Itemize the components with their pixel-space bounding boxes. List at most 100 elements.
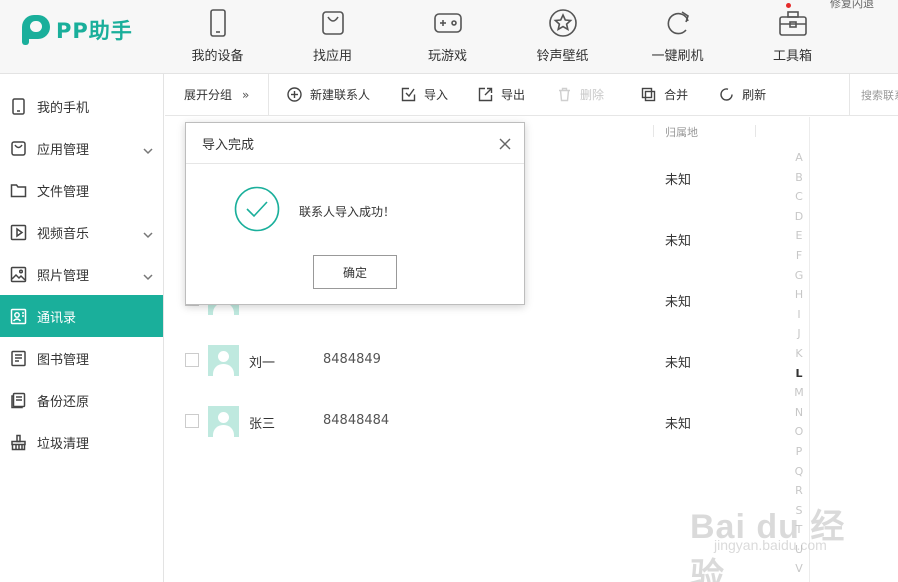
- chevron-down-icon[interactable]: [143, 141, 153, 155]
- merge-button[interactable]: 合并: [641, 86, 688, 103]
- import-label: 导入: [424, 88, 449, 102]
- phone-icon: [12, 97, 25, 115]
- play-icon: [10, 224, 27, 240]
- nav-my-device[interactable]: 我的设备: [160, 0, 275, 74]
- refresh-icon: [667, 11, 689, 35]
- contact-search-input[interactable]: 搜索联系人: [849, 74, 898, 116]
- nav-ringtones-wallpapers[interactable]: 铃声壁纸: [505, 0, 620, 74]
- plus-circle-icon: [287, 87, 302, 102]
- table-row[interactable]: 张三 84848484 未知: [165, 391, 795, 452]
- delete-button[interactable]: 删除: [557, 86, 604, 103]
- nav-play-games[interactable]: 玩游戏: [390, 0, 505, 74]
- alphabet-index-letter[interactable]: K: [790, 344, 808, 364]
- nav-label: 我的设备: [191, 49, 244, 64]
- image-icon: [10, 266, 27, 282]
- sidebar-item-my-phone[interactable]: 我的手机: [0, 85, 163, 127]
- nav-label: 找应用: [312, 49, 352, 64]
- sidebar-item-photo-management[interactable]: 照片管理: [0, 253, 163, 295]
- sidebar-item-label: 我的手机: [37, 100, 90, 116]
- delete-label: 删除: [580, 88, 605, 102]
- contacts-icon: [10, 308, 27, 324]
- avatar: [208, 345, 239, 376]
- avatar: [208, 406, 239, 437]
- row-checkbox[interactable]: [185, 353, 199, 367]
- location-column-header: 归属地: [665, 126, 698, 139]
- gamepad-icon: [433, 13, 462, 33]
- new-contact-button[interactable]: 新建联系人: [287, 86, 370, 103]
- contact-location: 未知: [665, 173, 692, 188]
- nav-label: 工具箱: [772, 49, 812, 64]
- alphabet-index-letter[interactable]: F: [790, 246, 808, 266]
- trash-icon: [559, 87, 571, 102]
- export-button[interactable]: 导出: [478, 86, 525, 103]
- backup-icon: [11, 392, 26, 408]
- top-right-link[interactable]: 修复闪退: [830, 0, 874, 11]
- refresh-button[interactable]: 刷新: [719, 86, 766, 103]
- main-nav: 我的设备 找应用 玩游戏 铃声壁纸 一键刷机 工具箱: [160, 0, 850, 74]
- import-complete-dialog: 导入完成 联系人导入成功！ 确定: [185, 122, 525, 305]
- nav-label: 玩游戏: [427, 49, 467, 64]
- pp-assistant-window: PP助手 我的设备 找应用 玩游戏 铃声壁纸 一键刷机 工具箱 修复闪退 我的手…: [0, 0, 898, 582]
- sidebar-item-junk-cleanup[interactable]: 垃圾清理: [0, 421, 163, 463]
- alphabet-index-letter[interactable]: E: [790, 226, 808, 246]
- alphabet-index-letter[interactable]: J: [790, 324, 808, 344]
- alphabet-index-letter[interactable]: M: [790, 383, 808, 403]
- success-check-icon: [234, 186, 280, 232]
- watermark-url: jingyan.baidu.com: [714, 537, 827, 553]
- sidebar-item-app-management[interactable]: 应用管理: [0, 127, 163, 169]
- pp-logo-icon: [22, 15, 50, 45]
- sidebar-item-label: 备份还原: [37, 394, 90, 410]
- sidebar-item-book-management[interactable]: 图书管理: [0, 337, 163, 379]
- nav-find-apps[interactable]: 找应用: [275, 0, 390, 74]
- app-logo-text: PP助手: [56, 19, 133, 43]
- chevron-down-icon[interactable]: [143, 225, 153, 239]
- alphabet-index-letter[interactable]: C: [790, 187, 808, 207]
- alphabet-index-letter[interactable]: L: [790, 364, 808, 384]
- app-logo: PP助手: [22, 15, 133, 45]
- toolbox-icon: [778, 11, 807, 36]
- sidebar-item-contacts[interactable]: 通讯录: [0, 295, 163, 337]
- sidebar-item-label: 照片管理: [37, 268, 90, 284]
- baidu-jingyan-watermark: Bai du 经验 jingyan.baidu.com: [690, 497, 860, 582]
- merge-label: 合并: [664, 88, 689, 102]
- close-icon[interactable]: [498, 136, 512, 150]
- alphabet-index-letter[interactable]: I: [790, 305, 808, 325]
- table-row[interactable]: 刘一 8484849 未知: [165, 330, 795, 391]
- nav-label: 铃声壁纸: [536, 49, 589, 64]
- alphabet-index-letter[interactable]: H: [790, 285, 808, 305]
- import-icon: [401, 87, 416, 102]
- contact-phone: 84848484: [323, 413, 390, 428]
- dialog-title: 导入完成: [202, 137, 255, 153]
- contact-phone: 8484849: [323, 352, 381, 367]
- alphabet-index-letter[interactable]: G: [790, 266, 808, 286]
- new-contact-label: 新建联系人: [310, 88, 371, 102]
- row-checkbox[interactable]: [185, 414, 199, 428]
- chevron-down-icon[interactable]: [143, 267, 153, 281]
- import-button[interactable]: 导入: [401, 86, 448, 103]
- expand-groups-button[interactable]: 展开分组 »: [165, 73, 269, 116]
- nav-toolbox[interactable]: 工具箱: [735, 0, 850, 74]
- sidebar-item-backup-restore[interactable]: 备份还原: [0, 379, 163, 421]
- bag-icon: [321, 11, 344, 35]
- confirm-button[interactable]: 确定: [313, 255, 397, 289]
- alphabet-index-letter[interactable]: Q: [790, 462, 808, 482]
- nav-one-click-flash[interactable]: 一键刷机: [620, 0, 735, 74]
- dialog-header: 导入完成: [186, 123, 524, 164]
- sidebar-item-video-music[interactable]: 视频音乐: [0, 211, 163, 253]
- refresh-label: 刷新: [742, 88, 767, 102]
- contact-location: 未知: [665, 295, 692, 310]
- alphabet-index-letter[interactable]: B: [790, 168, 808, 188]
- top-bar: PP助手 我的设备 找应用 玩游戏 铃声壁纸 一键刷机 工具箱 修复闪退: [0, 0, 898, 74]
- alphabet-index-letter[interactable]: A: [790, 148, 808, 168]
- alphabet-index-letter[interactable]: N: [790, 403, 808, 423]
- alphabet-index-letter[interactable]: D: [790, 207, 808, 227]
- confirm-label: 确定: [342, 265, 367, 280]
- export-icon: [478, 87, 493, 102]
- alphabet-index-letter[interactable]: O: [790, 422, 808, 442]
- folder-icon: [10, 183, 27, 197]
- alphabet-index-letter[interactable]: P: [790, 442, 808, 462]
- sidebar-item-label: 文件管理: [37, 184, 90, 200]
- nav-label: 一键刷机: [651, 49, 704, 64]
- contact-name: 刘一: [249, 356, 276, 371]
- sidebar-item-file-management[interactable]: 文件管理: [0, 169, 163, 211]
